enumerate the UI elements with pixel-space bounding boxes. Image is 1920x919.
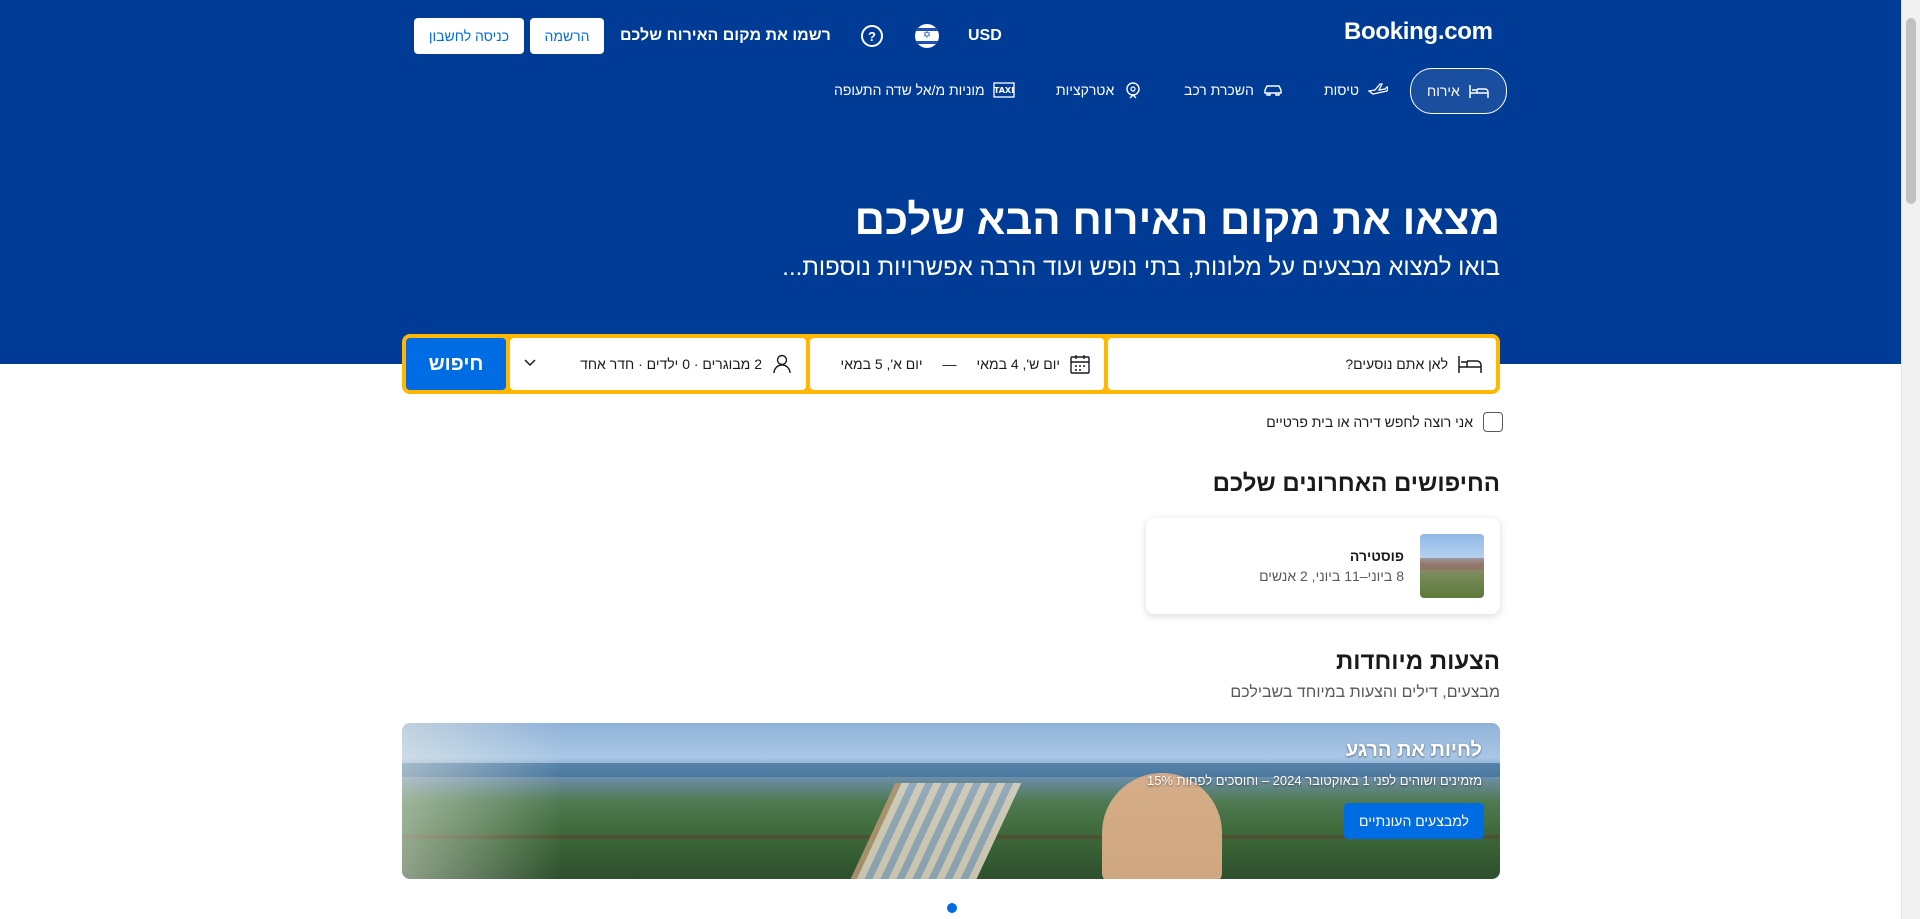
homes-checkbox-row[interactable]: אני רוצה לחפש דירה או בית פרטיים xyxy=(1266,412,1503,432)
offers-title: הצעות מיוחדות xyxy=(1336,648,1500,675)
tab-attractions[interactable]: אטרקציות xyxy=(1056,68,1144,112)
israel-flag-icon: ✡ xyxy=(915,24,939,48)
hero-title: מצאו את מקום האירוח הבא שלכם xyxy=(854,196,1500,243)
homes-checkbox[interactable] xyxy=(1483,412,1503,432)
date-picker[interactable]: יום ש', 4 במאי — יום א', 5 במאי xyxy=(810,338,1104,390)
car-icon xyxy=(1262,81,1284,99)
help-button[interactable]: ? xyxy=(860,18,884,54)
calendar-icon xyxy=(1070,354,1090,374)
svg-text:TAXI: TAXI xyxy=(994,86,1014,95)
check-out-date: יום א', 5 במאי xyxy=(840,356,923,372)
tab-flights[interactable]: טיסות xyxy=(1324,68,1389,112)
person-image xyxy=(1102,773,1222,879)
search-button[interactable]: חיפוש xyxy=(406,338,506,390)
person-icon xyxy=(772,354,792,374)
tab-car-rental-label: השכרת רכב xyxy=(1184,82,1254,98)
tab-flights-label: טיסות xyxy=(1324,82,1359,98)
guests-selector[interactable]: 2 מבוגרים · 0 ילדים · חדר אחד xyxy=(510,338,806,390)
destination-thumbnail xyxy=(1420,534,1484,598)
recent-search-card[interactable]: פוסטירה 8 ביוני–11 ביוני, 2 אנשים xyxy=(1146,518,1500,614)
booking-logo[interactable]: Booking.com xyxy=(1344,18,1493,52)
offer-banner-subtitle: מזמינים ושוהים לפני 1 באוקטובר 2024 – וח… xyxy=(1146,773,1482,788)
attractions-icon xyxy=(1122,81,1144,99)
offer-banner-title: לחיות את הרגע xyxy=(1345,739,1482,761)
tab-airport-taxis-label: מוניות מ/אל שדה התעופה xyxy=(834,82,985,98)
tab-stays[interactable]: אירוח xyxy=(1410,68,1507,114)
register-button[interactable]: הרשמה xyxy=(530,18,604,54)
list-property-link[interactable]: רשמו את מקום האירוח שלכם xyxy=(620,18,831,54)
hero-subtitle: בואו למצוא מבצעים על מלונות, בתי נופש וע… xyxy=(782,254,1500,281)
homes-checkbox-label: אני רוצה לחפש דירה או בית פרטיים xyxy=(1266,414,1473,430)
sign-in-button[interactable]: כניסה לחשבון xyxy=(414,18,524,54)
recent-search-destination: פוסטירה xyxy=(1349,548,1404,564)
taxi-icon: TAXI xyxy=(993,81,1015,99)
language-selector[interactable]: ✡ xyxy=(912,18,942,54)
bed-icon xyxy=(1458,354,1482,374)
tab-stays-label: אירוח xyxy=(1427,83,1460,99)
recent-searches-title: החיפושים האחרונים שלכם xyxy=(1212,470,1500,497)
guests-summary: 2 מבוגרים · 0 ילדים · חדר אחד xyxy=(580,356,762,372)
recent-search-details: 8 ביוני–11 ביוני, 2 אנשים xyxy=(1259,568,1404,584)
carousel-dot[interactable] xyxy=(947,903,957,913)
help-icon: ? xyxy=(861,25,883,47)
beach-chair-image xyxy=(848,783,1022,879)
offer-banner[interactable]: לחיות את הרגע מזמינים ושוהים לפני 1 באוק… xyxy=(402,723,1500,879)
destination-input[interactable]: לאן אתם נוסעים? xyxy=(1108,338,1496,390)
date-separator: — xyxy=(942,356,957,372)
bed-icon xyxy=(1468,82,1490,100)
check-in-date: יום ש', 4 במאי xyxy=(976,356,1060,372)
tab-car-rental[interactable]: השכרת רכב xyxy=(1184,68,1284,112)
tab-airport-taxis[interactable]: מוניות מ/אל שדה התעופה TAXI xyxy=(834,68,1015,112)
offers-subtitle: מבצעים, דילים והצעות במיוחד בשבילכם xyxy=(1230,684,1500,701)
chevron-down-icon xyxy=(524,354,536,370)
seasonal-deals-button[interactable]: למבצעים העונתיים xyxy=(1344,803,1484,839)
tab-attractions-label: אטרקציות xyxy=(1056,82,1115,98)
plane-icon xyxy=(1367,81,1389,99)
destination-placeholder: לאן אתם נוסעים? xyxy=(1345,356,1448,372)
currency-selector[interactable]: USD xyxy=(968,18,1002,54)
hero-banner xyxy=(0,0,1902,364)
page-scrollbar[interactable] xyxy=(1901,0,1920,919)
search-bar: לאן אתם נוסעים? יום ש', 4 במאי — יום א',… xyxy=(402,334,1500,394)
